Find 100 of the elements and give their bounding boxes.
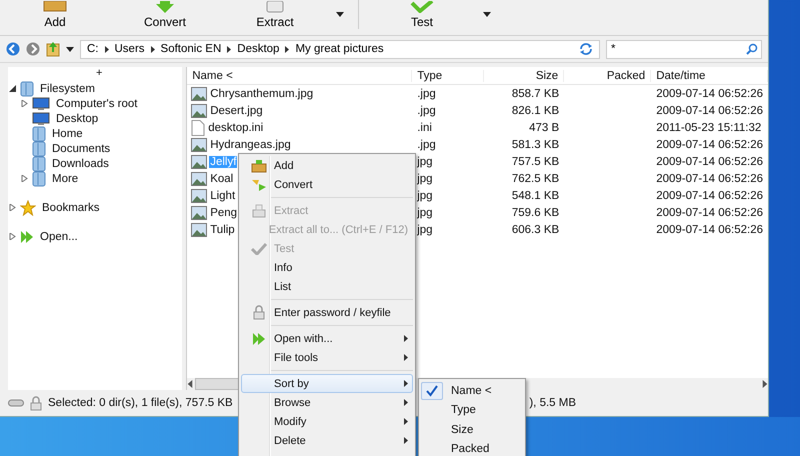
menu-item[interactable]: Sort by (241, 374, 413, 393)
tree-item[interactable]: Documents (50, 142, 112, 154)
play-icon (20, 230, 34, 244)
expander-icon[interactable] (8, 85, 16, 92)
tree-item[interactable]: Desktop (54, 112, 100, 124)
file-size: 757.5 KB (510, 156, 560, 168)
file-name[interactable]: Tulip (209, 224, 236, 236)
file-size: 473 B (528, 122, 560, 134)
column-header[interactable]: Name < (187, 70, 412, 82)
toolbar-button[interactable]: Add (0, 1, 110, 29)
file-date: 2009-07-14 06:52:26 (655, 104, 764, 116)
tree-item[interactable]: Computer's root (54, 98, 140, 110)
image-file-icon (191, 206, 208, 220)
column-header[interactable]: Packed (564, 70, 652, 82)
menu-item[interactable]: Size (421, 420, 523, 440)
file-name[interactable]: Light (209, 190, 236, 202)
image-file-icon (191, 188, 208, 202)
menu-item[interactable]: Type (421, 400, 523, 420)
padlock-icon (30, 396, 42, 410)
path-segment[interactable]: Desktop (237, 43, 280, 55)
file-date: 2009-07-14 06:52:26 (655, 88, 764, 100)
toolbar-button[interactable]: Convert (110, 1, 220, 29)
submenu-arrow-icon (404, 418, 408, 425)
chevron-icon (285, 46, 290, 52)
tree-item[interactable]: Filesystem (38, 82, 97, 94)
total-status: ), 5.5 MB (529, 397, 576, 409)
menu-item[interactable]: Open with... (241, 329, 413, 348)
menu-item[interactable]: Delete (241, 431, 413, 450)
check-icon (251, 242, 267, 254)
drive-icon (251, 204, 267, 218)
file-name[interactable]: desktop.ini (207, 122, 264, 134)
monitor-icon (32, 112, 50, 126)
path-segment[interactable]: My great pictures (295, 43, 384, 55)
file-date: 2009-07-14 06:52:26 (655, 224, 764, 236)
play-icon (252, 332, 266, 346)
back-button[interactable] (6, 42, 20, 56)
menu-item[interactable]: Add (241, 156, 413, 175)
history-dropdown[interactable] (66, 46, 74, 52)
search-icon[interactable] (746, 42, 758, 54)
filter-field[interactable]: * (606, 40, 762, 58)
menu-item[interactable]: File tools (241, 348, 413, 367)
image-file-icon (191, 172, 208, 186)
document-icon (191, 120, 206, 136)
menu-item[interactable]: Convert (241, 175, 413, 194)
forward-button[interactable] (26, 42, 40, 56)
file-size: 548.1 KB (510, 190, 560, 202)
column-header[interactable]: Type (412, 70, 484, 82)
file-type: .jpg (416, 88, 437, 100)
toolbar-button[interactable]: Extract (220, 1, 350, 29)
menu-item[interactable]: Browse (241, 393, 413, 412)
path-segment[interactable]: Users (114, 43, 145, 55)
tree-item[interactable]: Open... (38, 230, 80, 242)
column-header[interactable]: Size (484, 70, 564, 82)
file-size: 858.7 KB (510, 88, 560, 100)
column-header[interactable]: Date/time (651, 70, 768, 82)
menu-item[interactable]: Enter password / keyfile (241, 303, 413, 322)
submenu-arrow-icon (404, 437, 408, 444)
folder-icon (32, 170, 46, 186)
refresh-icon[interactable] (579, 43, 593, 55)
menu-item[interactable]: Name < (421, 381, 523, 400)
path-bar[interactable]: C: Users Softonic EN Desktop My great pictures (80, 40, 600, 58)
chevron-icon (150, 46, 155, 52)
file-date: 2009-07-14 06:52:26 (655, 172, 764, 184)
file-name[interactable]: Hydrangeas.jpg (209, 138, 292, 150)
file-name[interactable]: Desert.jpg (209, 104, 264, 116)
star-icon (20, 200, 36, 216)
tree-item[interactable]: More (50, 172, 80, 184)
path-segment[interactable]: C: (87, 43, 98, 55)
tree-item[interactable]: Downloads (50, 158, 111, 170)
menu-item[interactable]: Modify (241, 412, 413, 431)
up-folder-button[interactable] (46, 41, 60, 57)
image-file-icon (191, 104, 208, 118)
toolbar-button[interactable]: Test (367, 1, 497, 29)
submenu-arrow-icon (404, 354, 408, 361)
file-name[interactable]: Chrysanthemum.jpg (209, 88, 314, 100)
selection-status: Selected: 0 dir(s), 1 file(s), 757.5 KB (48, 397, 233, 409)
caret-icon (336, 12, 344, 17)
menu-item[interactable]: Packed (421, 440, 523, 456)
scroll-right-icon[interactable] (762, 380, 768, 388)
tree-item[interactable]: Home (50, 128, 85, 140)
file-size: 759.6 KB (510, 206, 560, 218)
image-file-icon (191, 222, 208, 236)
file-type: .ini (416, 122, 433, 134)
file-size: 581.3 KB (510, 138, 560, 150)
monitor-icon (32, 96, 50, 110)
image-file-icon (191, 86, 208, 100)
tree-item[interactable]: Bookmarks (40, 202, 102, 214)
file-name[interactable]: Koal (209, 172, 234, 184)
file-type: jpg (416, 172, 434, 184)
check-icon (408, 1, 436, 13)
file-type: .jpg (416, 138, 437, 150)
file-type: jpg (416, 190, 434, 202)
file-date: 2009-07-14 06:52:26 (655, 138, 764, 150)
menu-item[interactable]: List (241, 277, 413, 296)
menu-item[interactable]: Info (241, 258, 413, 277)
file-type: .jpg (416, 104, 437, 116)
file-name[interactable]: Peng (209, 206, 238, 218)
file-size: 762.5 KB (510, 172, 560, 184)
file-size: 826.1 KB (510, 104, 560, 116)
path-segment[interactable]: Softonic EN (160, 43, 222, 55)
